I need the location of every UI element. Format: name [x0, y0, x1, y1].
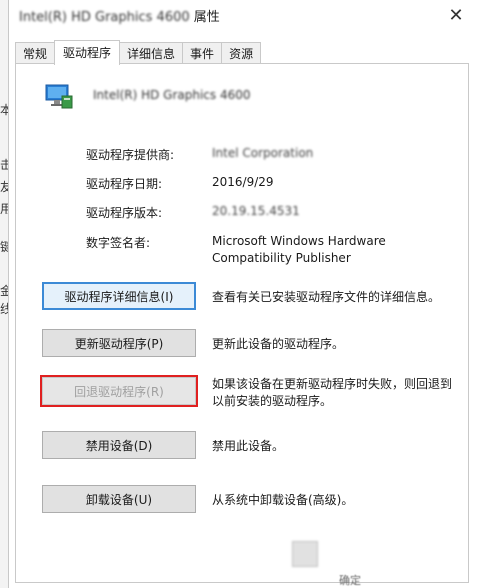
title-bar[interactable]: Intel(R) HD Graphics 4600 属性 ✕ — [9, 0, 479, 30]
update-driver-description: 更新此设备的驱动程序。 — [212, 337, 345, 351]
signer-value: Microsoft Windows Hardware Compatibility… — [212, 234, 386, 265]
window-title: Intel(R) HD Graphics 4600 属性 — [19, 6, 220, 25]
tab-events[interactable]: 事件 — [182, 42, 223, 65]
date-label: 驱动程序日期: — [86, 177, 163, 191]
update-driver-button[interactable]: 更新驱动程序(P) — [42, 329, 196, 357]
uninstall-device-button[interactable]: 卸载设备(U) — [42, 485, 196, 513]
window-title-device: Intel(R) HD Graphics 4600 — [19, 9, 190, 25]
driver-details-button[interactable]: 驱动程序详细信息(I) — [42, 282, 196, 310]
disable-device-button[interactable]: 禁用设备(D) — [42, 431, 196, 459]
rollback-driver-button[interactable]: 回退驱动程序(R) — [40, 375, 198, 407]
provider-label: 驱动程序提供商: — [86, 148, 175, 162]
tab-general[interactable]: 常规 — [15, 42, 56, 65]
date-value: 2016/9/29 — [212, 175, 274, 189]
provider-value: Intel Corporation — [212, 146, 314, 160]
driver-details-description: 查看有关已安装驱动程序文件的详细信息。 — [212, 290, 441, 304]
close-icon: ✕ — [448, 4, 464, 26]
window-title-suffix: 属性 — [189, 9, 220, 25]
ok-button[interactable] — [292, 541, 318, 567]
uninstall-device-description: 从系统中卸载设备(高级)。 — [212, 493, 354, 507]
driver-tab-panel: Intel(R) HD Graphics 4600 驱动程序提供商: Intel… — [15, 63, 469, 583]
device-name: Intel(R) HD Graphics 4600 — [93, 88, 251, 102]
close-button[interactable]: ✕ — [433, 0, 479, 30]
tab-strip: 常规 驱动程序 详细信息 事件 资源 — [15, 40, 262, 65]
properties-dialog: Intel(R) HD Graphics 4600 属性 ✕ 常规 驱动程序 详… — [8, 0, 479, 588]
version-value: 20.19.15.4531 — [212, 204, 300, 218]
signer-label: 数字签名者: — [86, 236, 151, 250]
display-adapter-icon — [45, 84, 73, 109]
tab-details[interactable]: 详细信息 — [119, 42, 184, 65]
tab-resources[interactable]: 资源 — [221, 42, 262, 65]
version-label: 驱动程序版本: — [86, 206, 163, 220]
rollback-driver-description: 如果该设备在更新驱动程序时失败，则回退到以前安装的驱动程序。 — [212, 377, 453, 408]
disable-device-description: 禁用此设备。 — [212, 439, 285, 453]
tab-driver[interactable]: 驱动程序 — [54, 40, 121, 65]
footer-text: 确定 — [339, 574, 361, 587]
